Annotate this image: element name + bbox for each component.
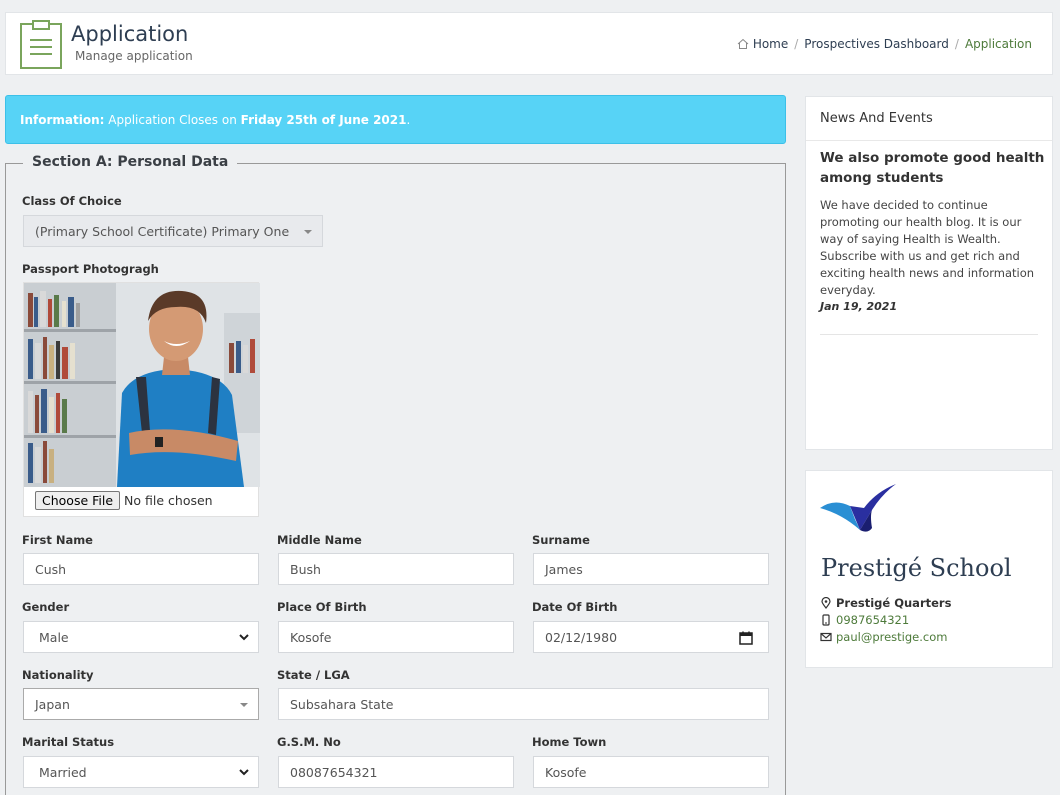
news-title[interactable]: We also promote good health among studen…	[820, 148, 1045, 188]
news-events-panel: News And Events We also promote good hea…	[805, 96, 1053, 450]
info-end: .	[406, 113, 411, 127]
place-of-birth-input[interactable]: Kosofe	[278, 621, 514, 653]
gender-value: Male	[39, 630, 69, 645]
news-date: Jan 19, 2021	[820, 300, 898, 313]
school-email[interactable]: paul@prestige.com	[820, 630, 947, 644]
page-header: Application Manage application Home / Pr…	[5, 12, 1053, 75]
school-name: Prestigé School	[821, 554, 1012, 582]
phone-icon	[822, 614, 830, 626]
school-phone-text[interactable]: 0987654321	[836, 613, 909, 627]
divider	[820, 334, 1038, 335]
breadcrumb-separator: /	[954, 37, 959, 51]
marital-status-value: Married	[39, 765, 87, 780]
school-address: Prestigé Quarters	[820, 596, 951, 610]
gender-label: Gender	[22, 600, 70, 614]
school-email-text[interactable]: paul@prestige.com	[836, 630, 947, 644]
marital-status-label: Marital Status	[22, 735, 115, 749]
breadcrumb: Home / Prospectives Dashboard / Applicat…	[737, 37, 1032, 51]
info-date: Friday 25th of June 2021	[240, 113, 407, 127]
state-lga-input[interactable]: Subsahara State	[278, 688, 769, 720]
caret-down-icon	[304, 230, 312, 234]
passport-label: Passport Photogragh	[22, 262, 159, 276]
page-subtitle: Manage application	[75, 49, 193, 63]
clipboard-icon	[20, 20, 62, 69]
marital-status-select[interactable]: Married	[23, 756, 259, 788]
info-text: Application Closes on	[104, 113, 241, 127]
breadcrumb-dashboard[interactable]: Prospectives Dashboard	[804, 37, 949, 51]
mail-icon	[820, 632, 832, 642]
breadcrumb-separator: /	[794, 37, 799, 51]
school-address-text: Prestigé Quarters	[836, 596, 952, 610]
choose-file-button[interactable]: Choose File	[35, 491, 121, 510]
file-status: No file chosen	[124, 493, 213, 508]
file-input[interactable]: Choose File No file chosen	[35, 491, 213, 510]
middle-name-label: Middle Name	[277, 533, 362, 547]
nationality-value: Japan	[35, 697, 70, 712]
first-name-label: First Name	[22, 533, 93, 547]
gsm-input[interactable]: 08087654321	[278, 756, 514, 788]
middle-name-input[interactable]: Bush	[278, 553, 514, 585]
school-card: Prestigé School Prestigé Quarters 098765…	[805, 470, 1053, 668]
checkmark-logo	[820, 484, 896, 532]
class-of-choice-label: Class Of Choice	[22, 194, 122, 208]
nationality-label: Nationality	[22, 668, 94, 682]
home-town-input[interactable]: Kosofe	[533, 756, 769, 788]
news-heading: News And Events	[806, 97, 1052, 141]
class-of-choice-value: (Primary School Certificate) Primary One	[35, 224, 290, 239]
home-icon	[737, 38, 749, 49]
passport-photo-container: Choose File No file chosen	[23, 282, 260, 517]
school-phone[interactable]: 0987654321	[820, 613, 909, 627]
passport-photo	[24, 283, 260, 487]
info-label: Information:	[20, 113, 105, 127]
news-body: We have decided to continue promoting ou…	[820, 198, 1035, 297]
surname-label: Surname	[532, 533, 590, 547]
date-of-birth-value: 02/12/1980	[545, 630, 618, 645]
breadcrumb-home[interactable]: Home	[753, 37, 788, 51]
gsm-label: G.S.M. No	[277, 735, 341, 749]
chevron-down-icon	[239, 769, 249, 776]
caret-down-icon	[240, 703, 248, 707]
page-title: Application	[71, 22, 189, 46]
gender-select[interactable]: Male	[23, 621, 259, 653]
calendar-icon[interactable]	[739, 631, 753, 645]
surname-input[interactable]: James	[533, 553, 769, 585]
class-of-choice-select[interactable]: (Primary School Certificate) Primary One	[23, 215, 323, 247]
nationality-select[interactable]: Japan	[23, 688, 259, 720]
map-pin-icon	[821, 597, 831, 609]
personal-data-section: Section A: Personal Data Class Of Choice…	[5, 154, 786, 795]
date-of-birth-label: Date Of Birth	[532, 600, 618, 614]
breadcrumb-current: Application	[964, 37, 1032, 51]
date-of-birth-input[interactable]: 02/12/1980	[533, 621, 769, 653]
section-title: Section A: Personal Data	[23, 154, 238, 170]
place-of-birth-label: Place Of Birth	[277, 600, 367, 614]
first-name-input[interactable]: Cush	[23, 553, 259, 585]
home-town-label: Home Town	[532, 735, 607, 749]
chevron-down-icon	[239, 634, 249, 641]
state-lga-label: State / LGA	[277, 668, 350, 682]
info-alert: Information: Application Closes on Frida…	[5, 95, 786, 144]
